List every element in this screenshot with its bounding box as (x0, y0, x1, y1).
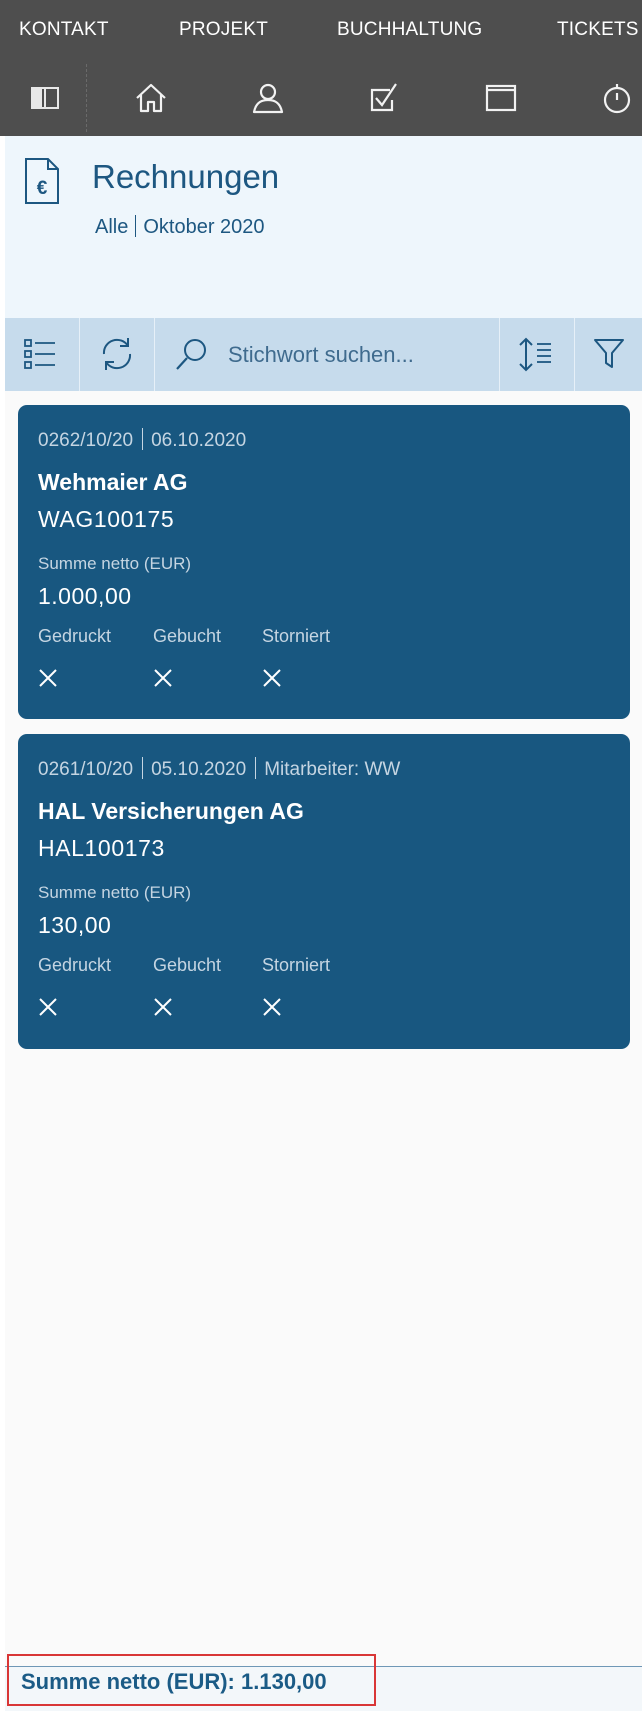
list-toolbar: Stichwort suchen... (5, 318, 642, 391)
sort-button[interactable] (500, 318, 575, 391)
flag-label-gedruckt: Gedruckt (38, 955, 112, 975)
invoice-meta: 0261/10/20 05.10.2020 Mitarbeiter: WW (38, 757, 400, 781)
cross-icon (154, 998, 172, 1016)
sort-icon (519, 337, 551, 372)
cross-icon (154, 669, 172, 687)
meta-separator (142, 428, 144, 450)
nav-tickets[interactable]: TICKETS (557, 19, 639, 41)
invoice-sum-label: Summe netto (EUR) (38, 883, 192, 902)
window-icon[interactable] (481, 78, 521, 118)
meta-separator (255, 757, 257, 779)
task-check-icon[interactable] (364, 78, 404, 118)
invoice-company: HAL Versicherungen AG (38, 798, 304, 824)
list-view-button[interactable] (5, 318, 80, 391)
meta-separator (142, 757, 144, 779)
filter-button[interactable] (575, 318, 642, 391)
invoice-employee: Mitarbeiter: WW (264, 759, 401, 780)
filter-all[interactable]: Alle (95, 216, 128, 238)
search-input[interactable]: Stichwort suchen... (228, 342, 414, 368)
nav-kontakt[interactable]: KONTAKT (19, 19, 109, 41)
flag-label-gebucht: Gebucht (153, 626, 222, 646)
icon-bar-divider (86, 64, 88, 132)
invoice-company: Wehmaier AG (38, 469, 188, 495)
invoice-date: 06.10.2020 (151, 430, 247, 451)
invoice-number: 0261/10/20 (38, 759, 134, 780)
invoice-number: 0262/10/20 (38, 430, 134, 451)
refresh-button[interactable] (80, 318, 155, 391)
footer-bar: Summe netto (EUR): 1.130,00 (5, 1654, 642, 1711)
invoice-card[interactable]: 0261/10/20 05.10.2020 Mitarbeiter: WW HAL … (18, 734, 630, 1049)
filter-icon (594, 339, 624, 368)
search-icon (176, 339, 206, 370)
invoice-sum-label: Summe netto (EUR) (38, 554, 192, 573)
invoice-code: WAG100175 (38, 506, 175, 532)
flag-label-storniert: Storniert (262, 626, 331, 646)
invoice-code: HAL100173 (38, 835, 165, 861)
invoice-card[interactable]: 0262/10/20 06.10.2020 Wehmaier AG WAG1001… (18, 405, 630, 719)
stopwatch-icon[interactable] (597, 78, 637, 118)
filter-breadcrumb: Alle Oktober 2020 (95, 215, 265, 239)
flag-label-gedruckt: Gedruckt (38, 626, 112, 646)
filter-separator (135, 215, 137, 237)
flag-label-gebucht: Gebucht (153, 955, 222, 975)
page-header: € Rechnungen Alle Oktober 2020 (5, 136, 642, 318)
flag-label-storniert: Storniert (262, 955, 331, 975)
user-icon[interactable] (248, 78, 288, 118)
invoice-meta: 0262/10/20 06.10.2020 (38, 428, 246, 452)
nav-buchhaltung[interactable]: BUCHHALTUNG (337, 19, 482, 41)
invoice-sum: 1.000,00 (38, 583, 132, 609)
svg-text:€: € (37, 178, 48, 199)
cross-icon (263, 998, 281, 1016)
icon-bar (0, 60, 642, 136)
cross-icon (263, 669, 281, 687)
invoice-date: 05.10.2020 (151, 759, 247, 780)
filter-period[interactable]: Oktober 2020 (143, 216, 264, 238)
total-sum: Summe netto (EUR): 1.130,00 (21, 1669, 327, 1694)
list-view-icon (24, 339, 55, 369)
sidebar-toggle-icon[interactable] (25, 78, 65, 118)
cross-icon (39, 669, 57, 687)
refresh-icon (102, 338, 132, 370)
nav-projekt[interactable]: PROJEKT (179, 19, 268, 41)
page-title: Rechnungen (92, 158, 280, 195)
home-icon[interactable] (131, 78, 171, 118)
top-navigation: KONTAKT PROJEKT BUCHHALTUNG TICKETS (0, 0, 642, 60)
invoice-sum: 130,00 (38, 912, 112, 938)
euro-document-icon: € (25, 158, 59, 204)
total-highlight-box: Summe netto (EUR): 1.130,00 (7, 1654, 376, 1706)
cross-icon (39, 998, 57, 1016)
